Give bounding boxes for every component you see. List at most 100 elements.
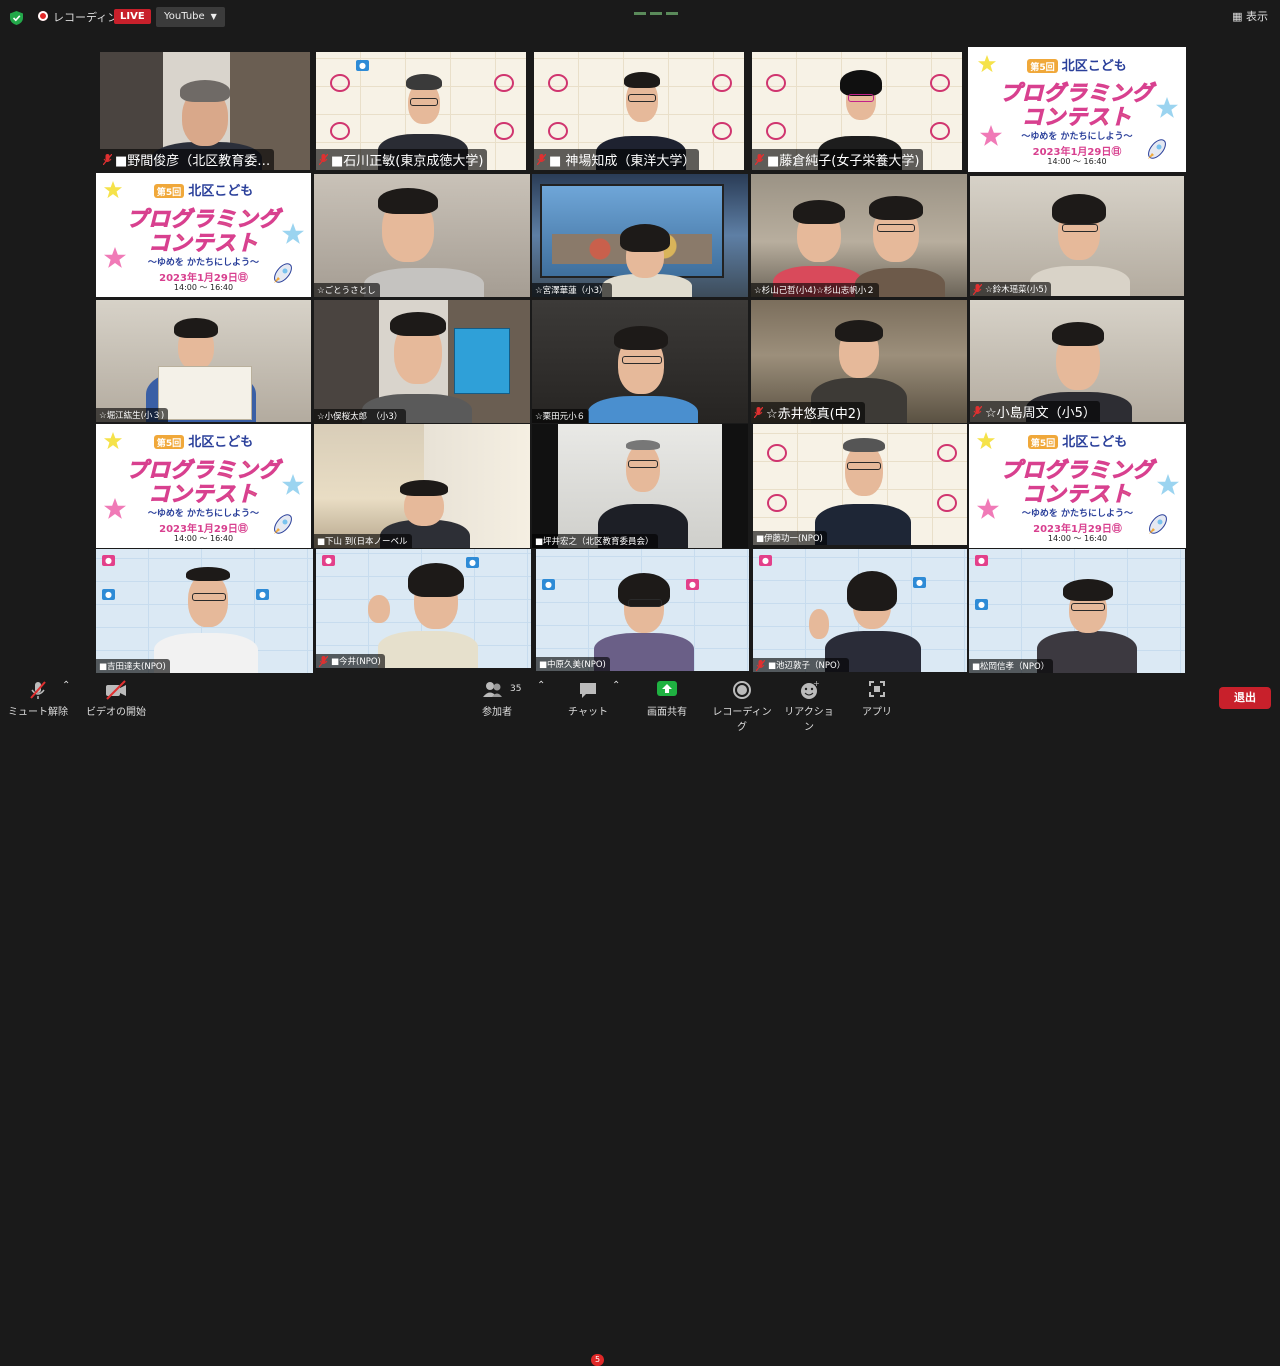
video-tile[interactable]: ■ 神場知成（東洋大学） <box>534 52 744 170</box>
muted-mic-icon <box>8 680 68 700</box>
chat-options-chevron-icon[interactable]: ⌃ <box>612 680 620 691</box>
participant-name-label: ☆ごとうさとし <box>314 283 380 297</box>
audio-options-chevron-icon[interactable]: ⌃ <box>62 680 70 691</box>
svg-text:+: + <box>813 680 819 688</box>
participants-options-chevron-icon[interactable]: ⌃ <box>537 680 545 691</box>
share-screen-label: 画面共有 <box>647 707 687 718</box>
video-tile[interactable]: ☆宮澤華蓮（小3） <box>532 174 748 297</box>
video-tile[interactable]: ☆杉山己哲(小4)☆杉山志帆小２ <box>751 174 967 297</box>
participant-name-label: ☆鈴木瑶菜(小5) <box>970 282 1052 296</box>
video-tile[interactable]: ■伊藤功一(NPO) <box>753 424 967 545</box>
video-tile[interactable]: ● ● ■池辺敦子（NPO） <box>753 549 967 672</box>
video-tile[interactable]: ■下山 到(日本ノーベル <box>314 424 530 548</box>
video-tile[interactable]: 第5回 北区こども プログラミング コンテスト 〜ゆめを かたちにしよう〜 202… <box>968 47 1186 172</box>
participant-name-label: ☆堀江紘生(小３) <box>96 408 169 422</box>
unmute-label: ミュート解除 <box>8 707 68 718</box>
star-icon <box>977 498 999 524</box>
video-tile[interactable]: ☆小島周文（小5） <box>970 300 1184 422</box>
recording-indicator-icon <box>38 11 48 21</box>
participant-name-label: ☆小島周文（小5） <box>970 401 1100 422</box>
rocket-icon <box>1144 137 1170 167</box>
video-tile[interactable]: 第5回 北区こども プログラミング コンテスト 〜ゆめを かたちにしよう〜 202… <box>96 424 311 548</box>
share-screen-button[interactable]: 画面共有 <box>640 680 694 718</box>
apps-button[interactable]: アプリ <box>858 680 896 718</box>
video-tile[interactable]: 第5回 北区こども プログラミング コンテスト 〜ゆめを かたちにしよう〜 202… <box>96 173 311 297</box>
chevron-down-icon: ▼ <box>210 12 217 21</box>
participant-name-label: ☆宮澤華蓮（小3） <box>532 283 612 297</box>
muted-mic-icon <box>756 659 765 671</box>
video-tile[interactable]: ■坪井宏之（北区教育委員会） <box>532 424 748 548</box>
reactions-button[interactable]: + リアクション <box>782 679 836 733</box>
banner-header: 第5回 北区こども <box>968 55 1186 74</box>
record-button[interactable]: レコーディング <box>710 680 774 733</box>
muted-mic-icon <box>319 655 328 667</box>
participant-name-label: ■伊藤功一(NPO) <box>753 531 827 545</box>
participant-name-label: ■池辺敦子（NPO） <box>753 658 850 672</box>
video-tile[interactable]: 第5回 北区こども プログラミング コンテスト 〜ゆめを かたちにしよう〜 202… <box>969 424 1186 548</box>
apps-icon <box>858 680 896 700</box>
participant-name-label: ■今井(NPO) <box>316 654 385 668</box>
star-icon <box>282 474 304 500</box>
record-icon <box>710 680 774 700</box>
grid-view-icon: ▦ <box>1232 10 1246 23</box>
muted-mic-icon <box>973 283 982 295</box>
stream-target-dropdown[interactable]: YouTube ▼ <box>156 7 225 27</box>
chat-button[interactable]: チャット <box>566 680 610 718</box>
unmute-button[interactable]: ミュート解除 <box>8 680 68 718</box>
rocket-icon <box>270 261 296 291</box>
video-tile[interactable]: ☆小俣桜太郎 （小3） <box>314 300 530 423</box>
chat-label: チャット <box>568 707 608 718</box>
star-icon <box>977 432 995 454</box>
participant-name-label: ■藤倉純子(女子栄養大学) <box>752 149 924 170</box>
banner-header: 第5回 北区こども <box>96 431 311 450</box>
video-tile[interactable]: ● ■石川正敏(東京成徳大学) <box>316 52 526 170</box>
security-shield-icon[interactable] <box>10 10 23 25</box>
participant-name-label: ■石川正敏(東京成徳大学) <box>316 149 488 170</box>
participant-name-label: ☆栗田元小６ <box>532 409 590 423</box>
star-icon <box>104 181 122 203</box>
share-screen-icon <box>640 680 694 700</box>
muted-mic-icon <box>754 407 763 418</box>
stream-target-label: YouTube <box>164 11 205 22</box>
live-badge[interactable]: LIVE <box>114 9 151 24</box>
reactions-smiley-icon: + <box>782 679 836 700</box>
meeting-topbar: レコーディング LIVE YouTube ▼ ▦ 表示 <box>0 0 1280 34</box>
star-icon <box>104 498 126 524</box>
participant-name-label: ☆小俣桜太郎 （小3） <box>314 409 407 423</box>
star-icon <box>104 247 126 273</box>
banner-title-line2: コンテスト <box>148 482 259 507</box>
star-icon <box>282 223 304 249</box>
leave-meeting-button[interactable]: 退出 <box>1219 687 1271 709</box>
video-tile[interactable]: ☆堀江紘生(小３) <box>96 300 311 422</box>
banner-title-line2: コンテスト <box>148 231 259 256</box>
video-tile[interactable]: ☆栗田元小６ <box>532 300 748 423</box>
muted-mic-icon <box>319 154 328 165</box>
participant-name-label: ■野間俊彦（北区教育委… <box>100 149 275 170</box>
star-icon <box>1157 474 1179 500</box>
video-tile[interactable]: ☆赤井悠真(中2) <box>751 300 967 423</box>
video-tile[interactable]: ● ● ■中原久美(NPO) <box>536 549 749 671</box>
banner-title-line2: コンテスト <box>1022 482 1133 507</box>
participant-name-label: ■下山 到(日本ノーベル <box>314 534 412 548</box>
video-tile[interactable]: ● ● ● ■吉田達夫(NPO) <box>96 549 313 673</box>
video-tile[interactable]: ☆鈴木瑶菜(小5) <box>970 176 1184 296</box>
participants-label: 参加者 <box>482 707 512 718</box>
participant-name-label: ■吉田達夫(NPO) <box>96 659 170 673</box>
banner-header: 第5回 北区こども <box>969 431 1186 450</box>
view-menu-button[interactable]: ▦ 表示 <box>1232 8 1268 24</box>
star-icon <box>1156 97 1178 123</box>
window-drag-handle[interactable] <box>634 0 682 15</box>
video-tile[interactable]: ● ● ■松岡信孝（NPO） <box>969 549 1185 673</box>
video-tile[interactable]: ■藤倉純子(女子栄養大学) <box>752 52 962 170</box>
video-tile[interactable]: ☆ごとうさとし <box>314 174 530 297</box>
video-tile[interactable]: ● ● ■今井(NPO) <box>316 549 531 668</box>
muted-mic-icon <box>973 406 982 417</box>
start-video-label: ビデオの開始 <box>86 707 146 718</box>
muted-mic-icon <box>755 154 764 165</box>
muted-mic-icon <box>103 154 112 165</box>
reactions-label: リアクション <box>784 707 834 733</box>
apps-label: アプリ <box>862 707 892 718</box>
video-tile[interactable]: ■野間俊彦（北区教育委… <box>100 52 310 170</box>
video-off-icon <box>84 680 148 700</box>
start-video-button[interactable]: ビデオの開始 <box>84 680 148 718</box>
